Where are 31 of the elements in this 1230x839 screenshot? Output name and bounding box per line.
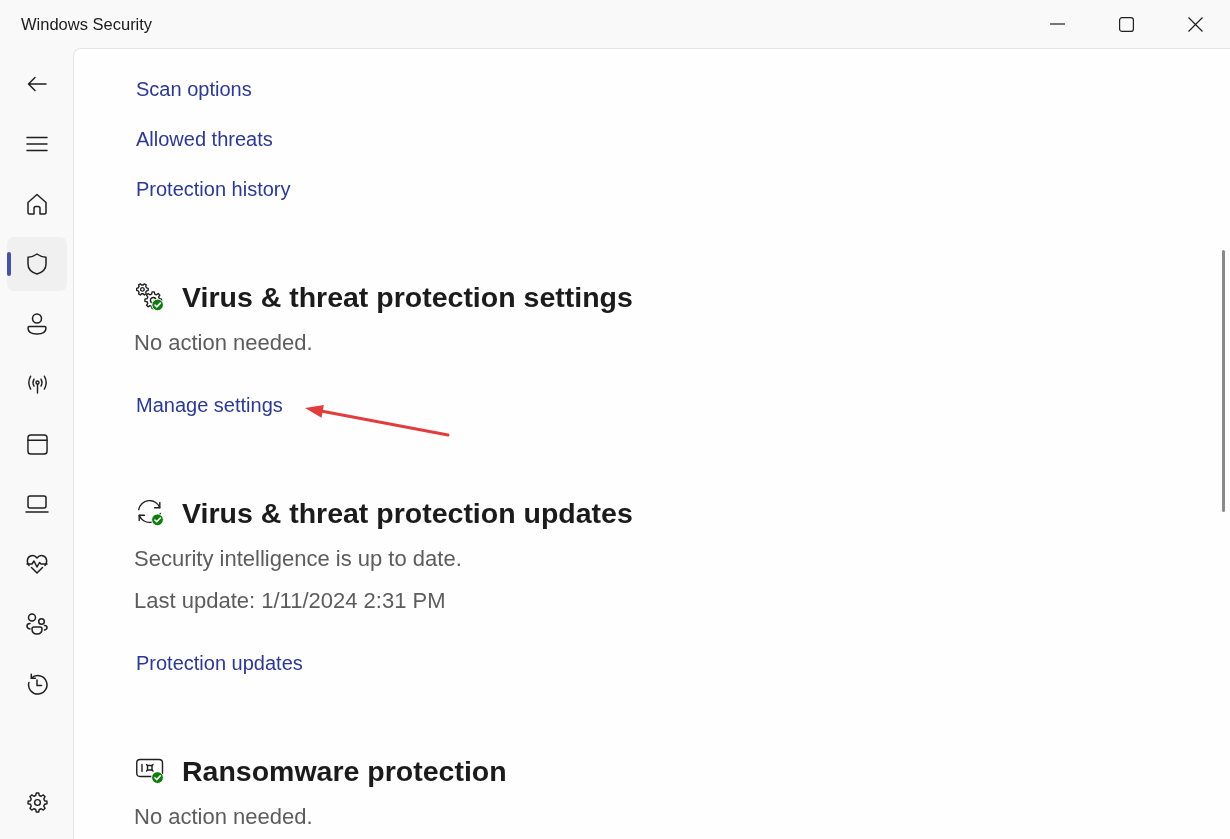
heart-pulse-icon [26,554,48,574]
status-text: No action needed. [134,329,313,357]
people-icon [26,613,48,635]
shield-icon [27,253,47,275]
antenna-icon [25,374,49,394]
history-icon [26,673,48,695]
settings-icon [26,791,48,813]
app-window-icon [26,433,48,455]
status-text: Last update: 1/11/2024 2:31 PM [134,587,446,615]
section-heading: Virus & threat protection updates [182,496,633,531]
status-text: No action needed. [134,803,313,831]
text-link[interactable]: Allowed threats [136,124,273,154]
section-heading: Virus & threat protection settings [182,280,633,315]
house-icon [27,193,47,215]
laptop-icon [25,495,49,513]
text-link[interactable]: Scan options [136,74,252,104]
menu-icon [26,136,48,152]
text-link[interactable]: Manage settings [136,390,283,420]
back-arrow-icon [27,76,47,92]
text-link[interactable]: Protection updates [136,648,303,678]
text-link[interactable]: Protection history [136,174,291,204]
close-icon [1188,16,1203,32]
nav-button[interactable] [7,237,67,291]
scrollbar-thumb[interactable] [1222,250,1225,512]
section-heading: Ransomware protection [182,754,507,789]
window-title: Windows Security [21,14,153,35]
minimize-icon [1050,23,1065,25]
status-text: Security intelligence is up to date. [134,545,462,573]
person-icon [27,313,47,335]
selection-indicator [7,252,11,276]
maximize-icon [1119,16,1134,32]
